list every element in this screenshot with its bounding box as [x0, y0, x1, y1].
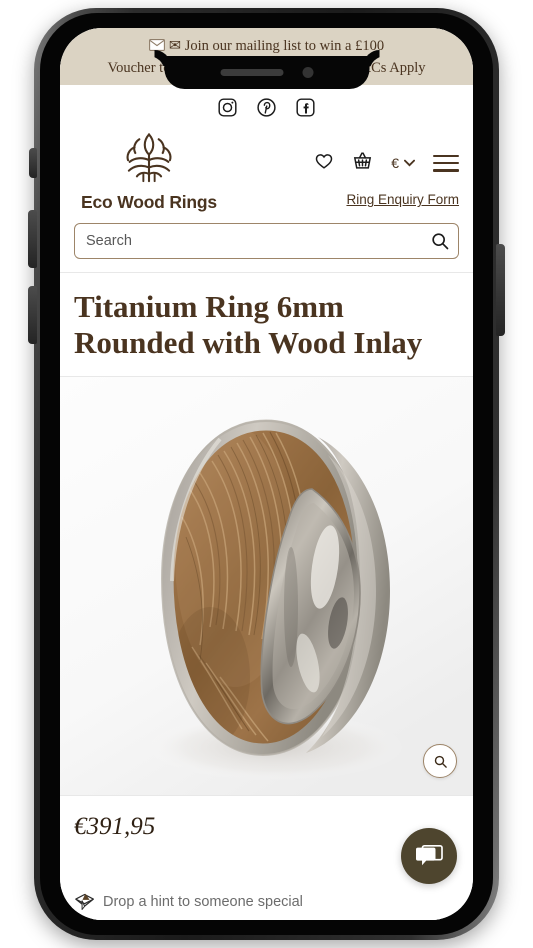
speaker-grille-icon	[220, 69, 283, 76]
phone-screen: ✉ Join our mailing list to win a £100 Vo…	[60, 28, 473, 920]
phone-volume-up-button[interactable]	[28, 210, 37, 268]
phone-volume-down-button[interactable]	[28, 286, 37, 344]
promo-line-1: ✉ Join our mailing list to win a £100	[168, 38, 385, 54]
product-image-gallery[interactable]	[60, 377, 473, 796]
search-input[interactable]	[86, 233, 420, 250]
phone-power-button[interactable]	[496, 244, 505, 336]
phone-notch	[164, 56, 369, 89]
chevron-down-icon	[404, 159, 415, 167]
product-image	[60, 377, 473, 796]
wishlist-heart-icon[interactable]	[314, 151, 334, 176]
nav-block: € Ring Enquiry Form	[314, 128, 459, 207]
brand-and-nav-row: Eco Wood Rings € Ring Enquiry Form	[60, 124, 473, 213]
hamburger-menu-icon[interactable]	[433, 154, 459, 172]
currency-symbol: €	[391, 155, 399, 172]
search-submit-button[interactable]	[430, 231, 450, 251]
search-section	[60, 213, 473, 273]
webpage: ✉ Join our mailing list to win a £100 Vo…	[60, 28, 473, 920]
site-header: Eco Wood Rings € Ring Enquiry Form	[60, 85, 473, 214]
social-links	[60, 93, 473, 124]
brand-block[interactable]: Eco Wood Rings	[74, 128, 224, 213]
facebook-icon[interactable]	[295, 97, 316, 118]
search-field[interactable]	[74, 223, 459, 260]
pinterest-icon[interactable]	[256, 97, 277, 118]
phone-mute-switch[interactable]	[29, 148, 37, 178]
screenshot-stage: ✉ Join our mailing list to win a £100 Vo…	[0, 0, 533, 948]
envelope-icon	[148, 37, 165, 58]
nav-icons: €	[314, 150, 459, 176]
chat-bubbles-icon	[416, 844, 443, 866]
front-camera-icon	[302, 67, 313, 78]
send-hint-envelope-icon	[75, 893, 94, 910]
product-price: €391,95	[74, 813, 156, 841]
instagram-icon[interactable]	[217, 97, 238, 118]
ring-enquiry-form-link[interactable]: Ring Enquiry Form	[346, 192, 459, 207]
chat-widget-button[interactable]	[401, 828, 457, 884]
currency-selector[interactable]: €	[391, 155, 415, 171]
image-zoom-button[interactable]	[423, 744, 457, 779]
tree-logo	[126, 133, 172, 183]
product-title: Titanium Ring 6mm Rounded with Wood Inla…	[74, 289, 423, 361]
drop-a-hint-row[interactable]: Drop a hint to someone special	[60, 886, 473, 920]
brand-name: Eco Wood Rings	[81, 192, 217, 213]
drop-a-hint-label: Drop a hint to someone special	[103, 894, 303, 910]
shopping-basket-icon[interactable]	[352, 150, 373, 176]
